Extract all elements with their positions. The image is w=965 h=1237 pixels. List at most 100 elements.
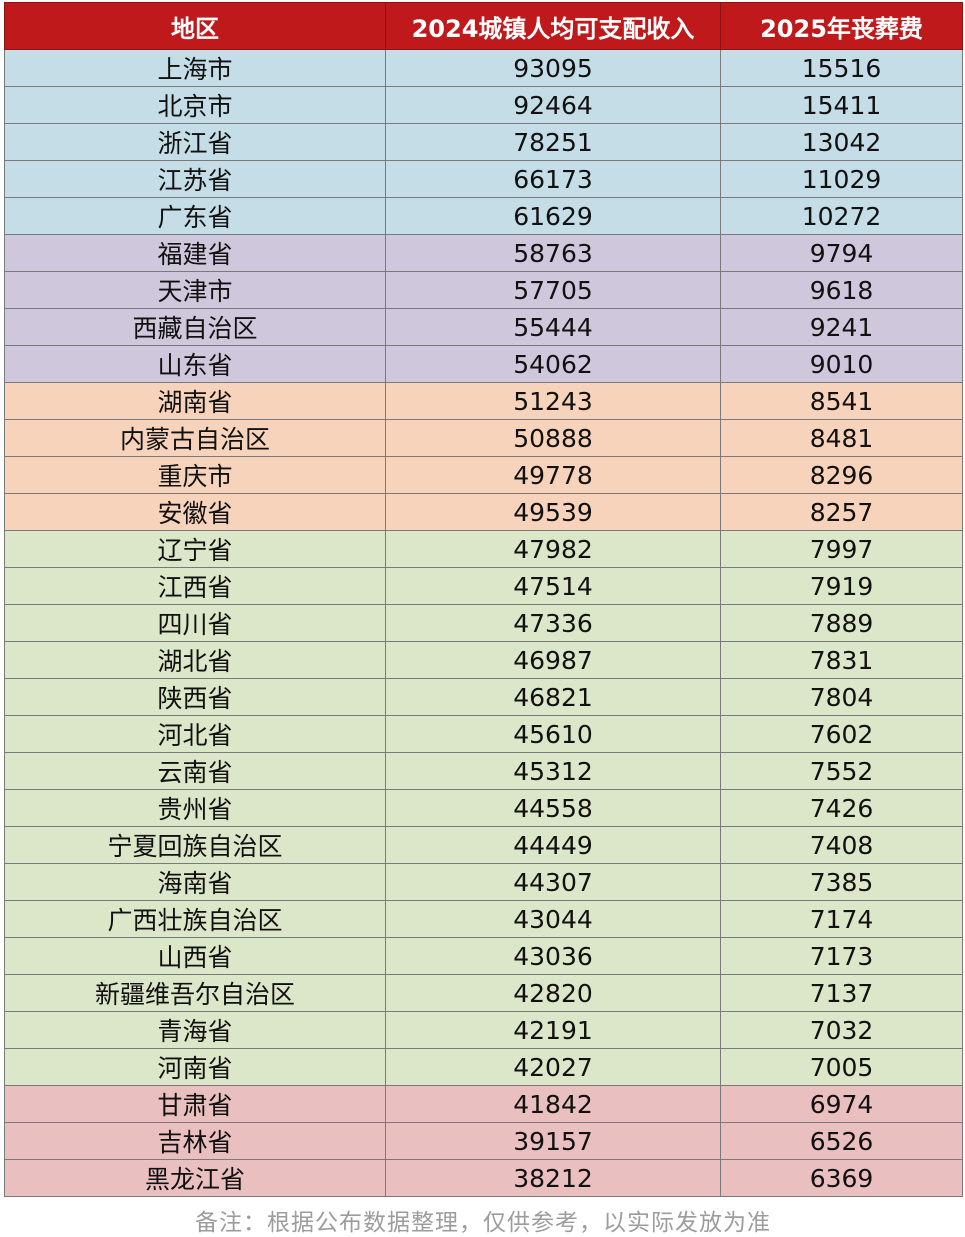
table-row: 重庆市 49778 8296 bbox=[4, 456, 963, 494]
table-row: 上海市 93095 15516 bbox=[4, 49, 963, 87]
funeral-cell: 6974 bbox=[720, 1085, 963, 1123]
income-cell: 54062 bbox=[385, 345, 721, 383]
income-cell: 44307 bbox=[385, 863, 721, 901]
region-cell: 海南省 bbox=[4, 863, 386, 901]
funeral-cell: 7889 bbox=[720, 604, 963, 642]
income-cell: 66173 bbox=[385, 160, 721, 198]
table-row: 广东省 61629 10272 bbox=[4, 197, 963, 235]
table-row: 宁夏回族自治区 44449 7408 bbox=[4, 826, 963, 864]
income-cell: 49539 bbox=[385, 493, 721, 531]
header-income-2024: 2024城镇人均可支配收入 bbox=[385, 2, 721, 50]
funeral-cell: 15516 bbox=[720, 49, 963, 87]
region-cell: 福建省 bbox=[4, 234, 386, 272]
table-row: 内蒙古自治区 50888 8481 bbox=[4, 419, 963, 457]
funeral-cell: 11029 bbox=[720, 160, 963, 198]
region-cell: 湖南省 bbox=[4, 382, 386, 420]
data-table: 地区 2024城镇人均可支配收入 2025年丧葬费 上海市 93095 15516 北… bbox=[4, 2, 963, 1197]
table-row: 青海省 42191 7032 bbox=[4, 1011, 963, 1049]
region-cell: 江苏省 bbox=[4, 160, 386, 198]
region-cell: 山东省 bbox=[4, 345, 386, 383]
income-cell: 45610 bbox=[385, 715, 721, 753]
income-cell: 50888 bbox=[385, 419, 721, 457]
table-row: 江苏省 66173 11029 bbox=[4, 160, 963, 198]
table-row: 甘肃省 41842 6974 bbox=[4, 1085, 963, 1123]
table-row: 安徽省 49539 8257 bbox=[4, 493, 963, 531]
funeral-cell: 7552 bbox=[720, 752, 963, 790]
funeral-cell: 9794 bbox=[720, 234, 963, 272]
region-cell: 西藏自治区 bbox=[4, 308, 386, 346]
table-row: 广西壮族自治区 43044 7174 bbox=[4, 900, 963, 938]
income-cell: 58763 bbox=[385, 234, 721, 272]
table-row: 湖南省 51243 8541 bbox=[4, 382, 963, 420]
header-row: 地区 2024城镇人均可支配收入 2025年丧葬费 bbox=[4, 2, 963, 50]
funeral-cell: 7997 bbox=[720, 530, 963, 568]
region-cell: 重庆市 bbox=[4, 456, 386, 494]
table-row: 黑龙江省 38212 6369 bbox=[4, 1159, 963, 1197]
income-cell: 46821 bbox=[385, 678, 721, 716]
region-cell: 陕西省 bbox=[4, 678, 386, 716]
table-row: 湖北省 46987 7831 bbox=[4, 641, 963, 679]
table-row: 陕西省 46821 7804 bbox=[4, 678, 963, 716]
funeral-cell: 9618 bbox=[720, 271, 963, 309]
income-cell: 49778 bbox=[385, 456, 721, 494]
income-cell: 78251 bbox=[385, 123, 721, 161]
header-region: 地区 bbox=[4, 2, 386, 50]
income-cell: 61629 bbox=[385, 197, 721, 235]
table-row: 吉林省 39157 6526 bbox=[4, 1122, 963, 1160]
table-row: 福建省 58763 9794 bbox=[4, 234, 963, 272]
table-row: 新疆维吾尔自治区 42820 7137 bbox=[4, 974, 963, 1012]
region-cell: 甘肃省 bbox=[4, 1085, 386, 1123]
funeral-cell: 7173 bbox=[720, 937, 963, 975]
region-cell: 吉林省 bbox=[4, 1122, 386, 1160]
region-cell: 湖北省 bbox=[4, 641, 386, 679]
region-cell: 广西壮族自治区 bbox=[4, 900, 386, 938]
region-cell: 河南省 bbox=[4, 1048, 386, 1086]
funeral-cell: 7032 bbox=[720, 1011, 963, 1049]
income-cell: 43036 bbox=[385, 937, 721, 975]
region-cell: 江西省 bbox=[4, 567, 386, 605]
table-row: 西藏自治区 55444 9241 bbox=[4, 308, 963, 346]
income-cell: 45312 bbox=[385, 752, 721, 790]
region-cell: 辽宁省 bbox=[4, 530, 386, 568]
region-cell: 浙江省 bbox=[4, 123, 386, 161]
table-row: 云南省 45312 7552 bbox=[4, 752, 963, 790]
funeral-cell: 7831 bbox=[720, 641, 963, 679]
income-cell: 44449 bbox=[385, 826, 721, 864]
region-cell: 黑龙江省 bbox=[4, 1159, 386, 1197]
funeral-cell: 9241 bbox=[720, 308, 963, 346]
region-cell: 河北省 bbox=[4, 715, 386, 753]
funeral-cell: 6369 bbox=[720, 1159, 963, 1197]
income-cell: 57705 bbox=[385, 271, 721, 309]
funeral-cell: 7385 bbox=[720, 863, 963, 901]
funeral-cell: 7426 bbox=[720, 789, 963, 827]
income-cell: 42027 bbox=[385, 1048, 721, 1086]
income-cell: 46987 bbox=[385, 641, 721, 679]
funeral-cell: 8541 bbox=[720, 382, 963, 420]
table-row: 贵州省 44558 7426 bbox=[4, 789, 963, 827]
table-row: 河北省 45610 7602 bbox=[4, 715, 963, 753]
table-row: 四川省 47336 7889 bbox=[4, 604, 963, 642]
region-cell: 安徽省 bbox=[4, 493, 386, 531]
table-row: 山东省 54062 9010 bbox=[4, 345, 963, 383]
table-row: 江西省 47514 7919 bbox=[4, 567, 963, 605]
income-cell: 44558 bbox=[385, 789, 721, 827]
funeral-cell: 10272 bbox=[720, 197, 963, 235]
funeral-cell: 13042 bbox=[720, 123, 963, 161]
income-cell: 92464 bbox=[385, 86, 721, 124]
funeral-cell: 8481 bbox=[720, 419, 963, 457]
income-cell: 42191 bbox=[385, 1011, 721, 1049]
income-cell: 55444 bbox=[385, 308, 721, 346]
income-cell: 47514 bbox=[385, 567, 721, 605]
table-body: 上海市 93095 15516 北京市 92464 15411 浙江省 78251 13042 江… bbox=[4, 49, 963, 1197]
income-cell: 47336 bbox=[385, 604, 721, 642]
funeral-cell: 7919 bbox=[720, 567, 963, 605]
income-cell: 39157 bbox=[385, 1122, 721, 1160]
income-cell: 47982 bbox=[385, 530, 721, 568]
region-cell: 四川省 bbox=[4, 604, 386, 642]
table-row: 河南省 42027 7005 bbox=[4, 1048, 963, 1086]
table-row: 北京市 92464 15411 bbox=[4, 86, 963, 124]
table-row: 天津市 57705 9618 bbox=[4, 271, 963, 309]
region-cell: 贵州省 bbox=[4, 789, 386, 827]
table-header: 地区 2024城镇人均可支配收入 2025年丧葬费 bbox=[4, 2, 963, 50]
funeral-cell: 7137 bbox=[720, 974, 963, 1012]
